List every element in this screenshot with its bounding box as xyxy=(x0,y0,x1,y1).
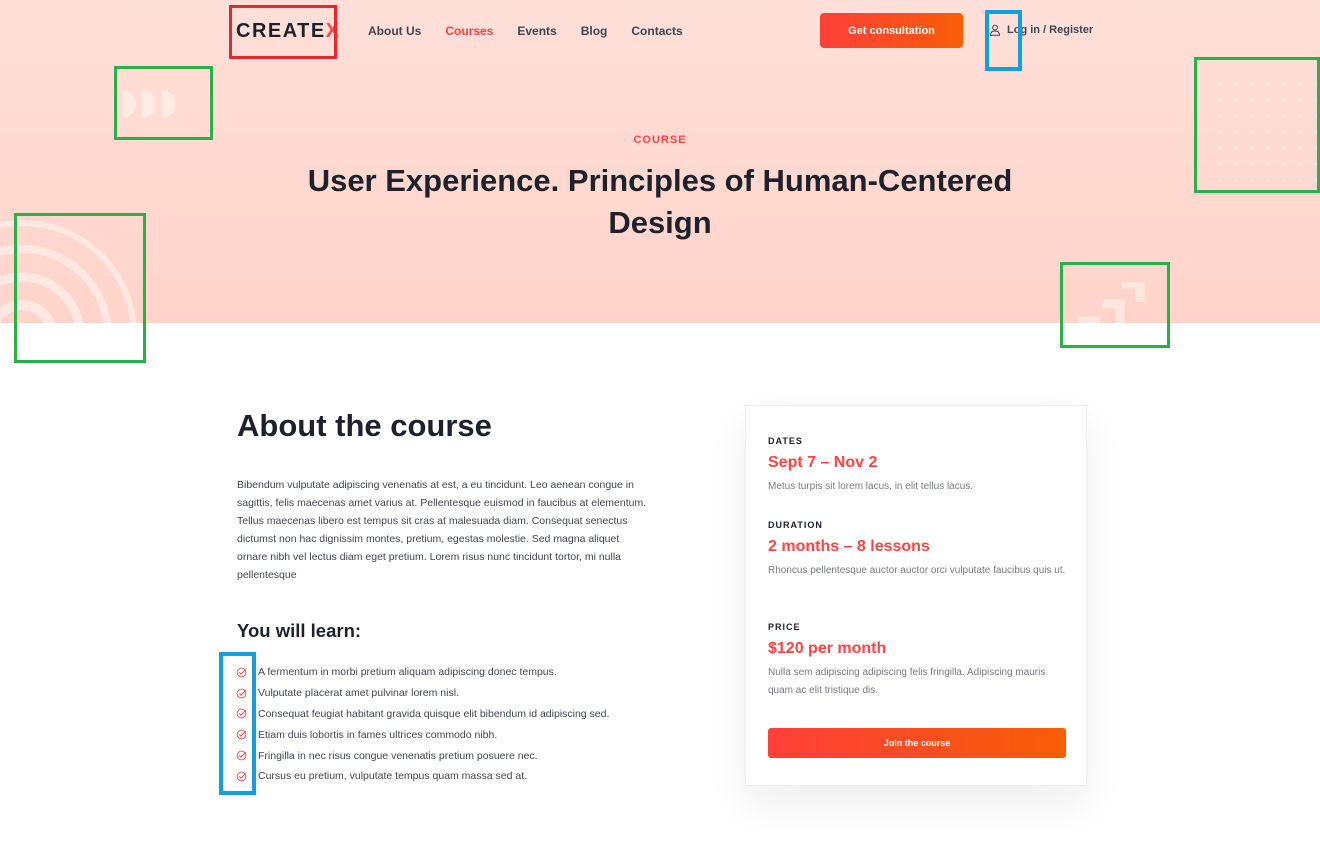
learn-heading: You will learn: xyxy=(237,620,362,641)
price-value: $120 per month xyxy=(768,640,887,657)
duration-label: DURATION xyxy=(768,520,823,530)
main-nav: About Us Courses Events Blog Contacts xyxy=(368,24,707,38)
check-circle-icon xyxy=(236,771,247,782)
course-info-card: DATES Sept 7 – Nov 2 Metus turpis sit lo… xyxy=(745,405,1087,786)
nav-events[interactable]: Events xyxy=(517,24,556,38)
dates-value: Sept 7 – Nov 2 xyxy=(768,454,878,471)
list-item: Vulputate placerat amet pulvinar lorem n… xyxy=(236,683,609,704)
login-register-link[interactable]: Log in / Register xyxy=(989,24,1093,36)
dates-label: DATES xyxy=(768,436,803,446)
list-item-text: Etiam duis lobortis in fames ultrices co… xyxy=(258,728,498,741)
concentric-arcs-decoration xyxy=(0,220,137,323)
list-item: Cursus eu pretium, vulputate tempus quam… xyxy=(236,766,609,787)
list-item-text: Vulputate placerat amet pulvinar lorem n… xyxy=(258,687,459,700)
learn-list: A fermentum in morbi pretium aliquam adi… xyxy=(236,662,609,787)
about-heading: About the course xyxy=(237,408,492,443)
check-circle-icon xyxy=(236,688,247,699)
list-item-text: A fermentum in morbi pretium aliquam adi… xyxy=(258,666,557,679)
list-item: Fringilla in nec risus congue venenatis … xyxy=(236,745,609,766)
list-item: Consequat feugiat habitant gravida quisq… xyxy=(236,704,609,725)
stacked-chevrons-decoration xyxy=(1078,282,1145,323)
check-circle-icon xyxy=(236,750,247,761)
price-label: PRICE xyxy=(768,622,801,632)
price-description: Nulla sem adipiscing adipiscing felis fr… xyxy=(768,667,1046,696)
nav-contacts[interactable]: Contacts xyxy=(631,24,682,38)
duration-value: 2 months – 8 lessons xyxy=(768,538,930,555)
check-circle-icon xyxy=(236,708,247,719)
list-item-text: Cursus eu pretium, vulputate tempus quam… xyxy=(258,770,528,783)
logo-x-mark: X xyxy=(325,20,341,42)
logo-text: CREATE xyxy=(236,20,326,42)
login-register-label: Log in / Register xyxy=(1007,24,1094,36)
join-course-button[interactable]: Join the course xyxy=(768,728,1066,758)
about-paragraph: Bibendum vulputate adipiscing venenatis … xyxy=(237,479,647,581)
get-consultation-button[interactable]: Get consultation xyxy=(820,13,963,48)
nav-about-us[interactable]: About Us xyxy=(368,24,421,38)
half-circles-decoration xyxy=(122,90,176,118)
duration-description: Rhoncus pellentesque auctor auctor orci … xyxy=(768,565,1066,576)
logo[interactable]: CREATEX xyxy=(236,20,341,43)
dot-grid-decoration xyxy=(1218,82,1318,182)
nav-blog[interactable]: Blog xyxy=(581,24,608,38)
nav-courses[interactable]: Courses xyxy=(445,24,493,38)
hero-section: COURSE User Experience. Principles of Hu… xyxy=(0,0,1320,323)
list-item-text: Consequat feugiat habitant gravida quisq… xyxy=(258,707,610,720)
hero-eyebrow: COURSE xyxy=(633,134,687,146)
list-item: A fermentum in morbi pretium aliquam adi… xyxy=(236,662,609,683)
check-circle-icon xyxy=(236,667,247,678)
check-circle-icon xyxy=(236,729,247,740)
list-item-text: Fringilla in nec risus congue venenatis … xyxy=(258,749,538,762)
page-title: User Experience. Principles of Human-Cen… xyxy=(307,163,1013,240)
user-icon xyxy=(989,24,1001,36)
dates-description: Metus turpis sit lorem lacus, in elit te… xyxy=(768,481,974,492)
list-item: Etiam duis lobortis in fames ultrices co… xyxy=(236,724,609,745)
